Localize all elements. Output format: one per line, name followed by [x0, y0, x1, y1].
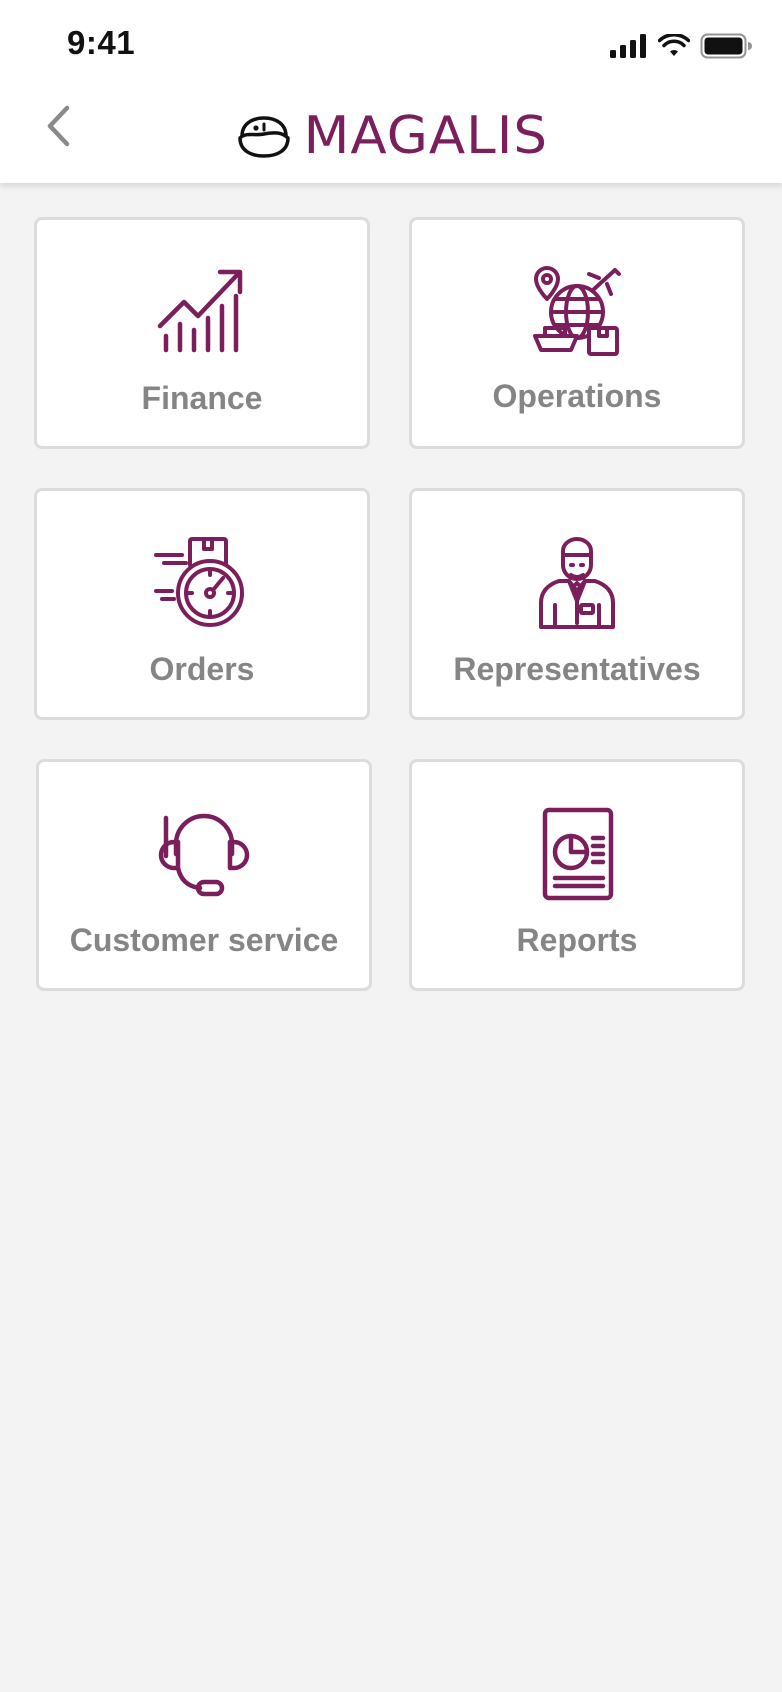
app-logo: MAGALIS	[236, 106, 549, 166]
tile-label: Customer service	[69, 922, 339, 958]
global-logistics-icon	[533, 266, 621, 356]
tile-operations[interactable]: Operations	[409, 217, 745, 449]
tile-label: Finance	[141, 380, 263, 416]
status-time: 9:41	[67, 24, 136, 61]
growth-chart-icon	[157, 269, 243, 353]
tile-label: Reports	[516, 922, 638, 958]
magalis-mascot-icon	[238, 116, 290, 158]
cellular-signal-icon	[610, 34, 646, 58]
tile-finance[interactable]: Finance	[34, 217, 370, 449]
report-document-icon	[542, 807, 614, 901]
fast-delivery-stopwatch-icon	[154, 537, 244, 627]
wifi-icon	[658, 34, 690, 56]
tile-label: Orders	[149, 651, 255, 687]
headset-icon	[158, 813, 250, 897]
representative-person-icon	[539, 537, 615, 629]
tile-label: Operations	[492, 378, 662, 414]
module-grid: Finance Operations Orders Representative…	[0, 0, 782, 1692]
back-button[interactable]	[36, 98, 80, 154]
tile-customer-service[interactable]: Customer service	[36, 759, 372, 991]
battery-icon	[700, 33, 752, 59]
chevron-left-icon	[47, 105, 70, 147]
status-icons	[610, 32, 752, 60]
tile-reports[interactable]: Reports	[409, 759, 745, 991]
tile-orders[interactable]: Orders	[34, 488, 370, 720]
tile-representatives[interactable]: Representatives	[409, 488, 745, 720]
tile-label: Representatives	[453, 651, 701, 687]
logo-text: MAGALIS	[303, 106, 549, 166]
top-bar: 9:41 MAGALIS	[0, 0, 782, 183]
